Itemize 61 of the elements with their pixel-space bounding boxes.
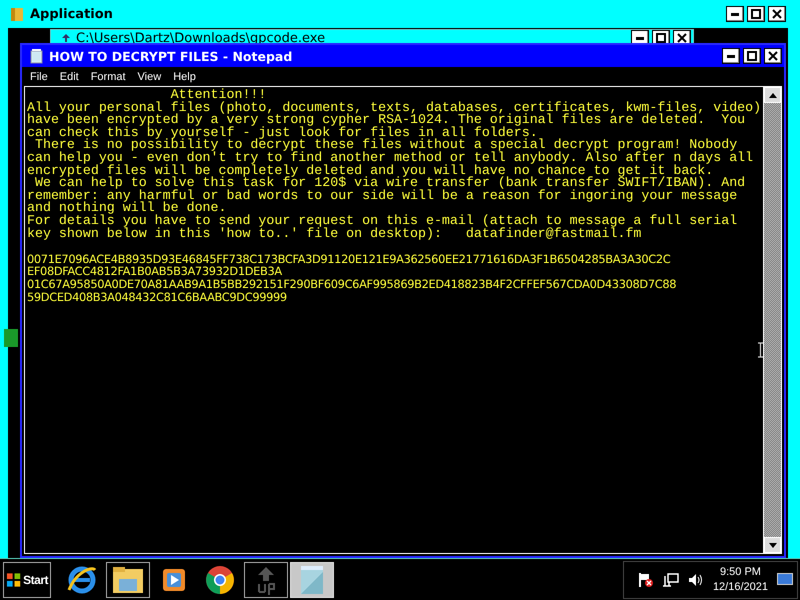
maximize-button[interactable] <box>743 48 761 64</box>
text-line: and nothing will be done. <box>27 202 226 215</box>
menu-item[interactable]: Edit <box>54 70 85 82</box>
browser-e-icon <box>66 564 98 596</box>
key-line: EF08DFACC4812FA1B0AB5B3A73932D1DEB3A <box>27 265 283 278</box>
folder-icon <box>111 564 145 594</box>
close-icon <box>768 51 778 61</box>
text-line: We can help to solve this task for 120$ via wire transfer (bank transfer SWIFT/IBAN). And <box>34 177 746 190</box>
scroll-up-button[interactable] <box>764 87 781 103</box>
maximize-button[interactable] <box>747 6 765 22</box>
down-arrow-icon <box>768 542 776 548</box>
menu-item[interactable]: File <box>24 70 54 82</box>
key-line: 01C67A95850A0DE70A81AAB9A1B5BB292151F290BF609C6AF995869B2ED418823B4F2CFFEF567CDA0D43308D7C88 <box>27 278 678 290</box>
text-line: key shown below in this 'how to..' file on desktop): datafinder@fastmail.fm <box>27 228 642 240</box>
minimize-icon <box>636 36 644 40</box>
folder-taskbar-button[interactable] <box>106 562 150 598</box>
network-icon[interactable] <box>662 572 679 588</box>
maximize-icon <box>747 51 757 61</box>
close-button[interactable] <box>764 48 782 64</box>
text-line: have been encrypted by a very strong cypher RSA-1024. The original files are deleted. You <box>27 114 746 127</box>
notepad-icon <box>298 564 326 596</box>
minimize-button[interactable] <box>726 6 744 22</box>
upload-taskbar-button[interactable] <box>244 562 288 598</box>
status-marker <box>4 329 18 347</box>
text-line: can help you - even don't try to find another method or tell anybody. Also after n days all <box>27 152 754 165</box>
scroll-down-button[interactable] <box>764 537 781 553</box>
text-line: For details you have to send your request on this e-mail (attach to message a full serial <box>27 214 738 228</box>
flag-icon[interactable] <box>638 572 654 588</box>
clock[interactable]: 9:50 PM 12/16/2021 <box>712 564 768 594</box>
text-cursor-icon <box>757 342 764 358</box>
volume-icon[interactable] <box>688 572 704 588</box>
minimize-icon <box>731 12 739 16</box>
key-line: 59DCED408B3A048432C81C6BAABC9DC99999 <box>27 290 288 304</box>
upload-icon <box>61 33 71 43</box>
window-title: Application <box>30 6 113 22</box>
show-desktop-icon[interactable] <box>777 572 793 586</box>
text-line: remember: any harmful or bad words to our side will be a reason for ingoring your message <box>27 190 738 202</box>
folder-icon <box>10 6 24 22</box>
close-button[interactable] <box>768 6 786 22</box>
text-line: can check this by yourself - just look for files in all folders. <box>27 126 538 140</box>
maximize-icon <box>751 9 761 19</box>
up-arrow-icon <box>768 92 776 98</box>
window-title: HOW TO DECRYPT FILES - Notepad <box>49 48 292 64</box>
close-icon <box>772 9 782 19</box>
scrollbar[interactable] <box>763 87 781 553</box>
menu-item[interactable]: View <box>132 70 168 82</box>
minimize-icon <box>727 54 735 58</box>
menu-item[interactable]: Help <box>167 70 202 82</box>
browser-icon <box>204 564 236 596</box>
minimize-button[interactable] <box>722 48 740 64</box>
window-title: C:\Users\Dartz\Downloads\gpcode.exe <box>76 31 326 45</box>
text-line: encrypted files will be completely deleted and you will have no chance to get it back. <box>27 164 714 178</box>
text-line: All your personal files (photo, documents, texts, databases, certificates, kwm-files, video) <box>27 102 762 114</box>
notepad-icon <box>30 48 43 64</box>
text-line: Attention!!! <box>170 89 266 102</box>
key-line: 0071E7096ACE4B8935D93E46845FF738C173BCFA3D91120E121E9A362560EE21771616DA3F1B6504285BA3A30C2C <box>27 252 672 266</box>
start-button[interactable]: Start <box>3 562 51 598</box>
date-text: 12/16/2021 <box>712 580 768 594</box>
text-line: There is no possibility to decrypt these files without a special decrypt program! Nobody <box>34 139 738 152</box>
time-text: 9:50 PM <box>720 564 761 580</box>
menu-item[interactable]: Format <box>84 70 132 82</box>
